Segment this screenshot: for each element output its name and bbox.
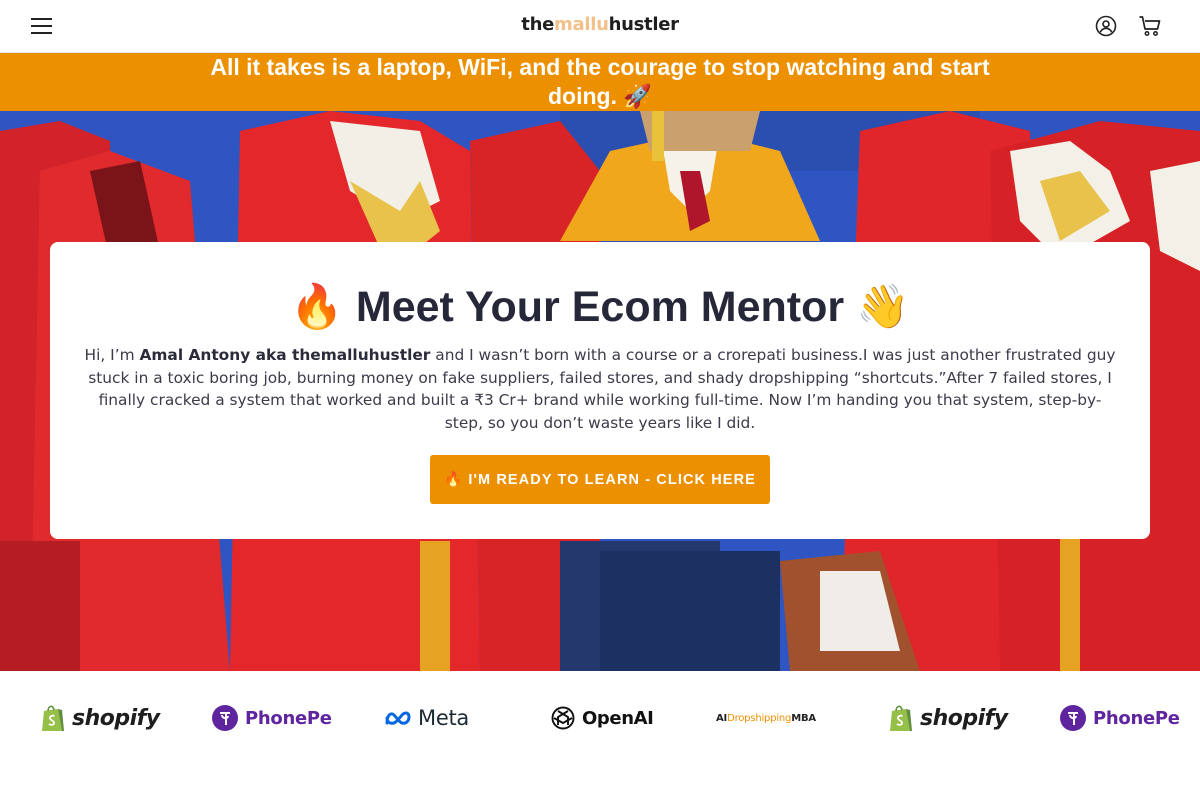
site-logo[interactable]: themalluhustler <box>0 14 1200 35</box>
logo-part-mallu: mallu <box>554 14 609 35</box>
phonepe-icon <box>212 705 238 731</box>
logo-part-hustler: hustler <box>608 14 679 35</box>
brand-label-ai: AI <box>716 712 728 724</box>
mentor-title: 🔥 Meet Your Ecom Mentor 👋 <box>290 283 910 331</box>
brand-openai: OpenAI <box>550 701 654 735</box>
announcement-bar: All it takes is a laptop, WiFi, and the … <box>0 53 1200 111</box>
brand-ai-dropshipping-mba: AIDropshippingMBA <box>716 701 816 735</box>
brand-label: shopify <box>72 705 160 731</box>
brand-label: AIDropshippingMBA <box>716 713 816 724</box>
brand-logo-strip: shopify PhonePe Meta OpenAI AIDropshippi… <box>0 671 1200 800</box>
meta-infinity-icon <box>385 711 411 725</box>
announcement-text: All it takes is a laptop, WiFi, and the … <box>210 54 990 109</box>
mentor-card: 🔥 Meet Your Ecom Mentor 👋 Hi, I’m Amal A… <box>50 242 1150 539</box>
brand-meta: Meta <box>384 701 469 735</box>
brand-shopify: shopify <box>888 701 1008 735</box>
mentor-intro: Hi, I’m Amal Antony aka themalluhustler … <box>80 344 1120 434</box>
site-header: themalluhustler <box>0 0 1200 53</box>
phonepe-icon <box>1060 705 1086 731</box>
ready-to-learn-button[interactable]: 🔥 I'M READY TO LEARN - CLICK HERE <box>430 455 770 504</box>
intro-greeting: Hi, I’m <box>84 346 140 364</box>
brand-label: PhonePe <box>245 707 332 729</box>
account-icon[interactable] <box>1093 13 1119 39</box>
brand-label: shopify <box>920 705 1008 731</box>
mentor-name: Amal Antony aka themalluhustler <box>139 346 431 364</box>
brand-label-mba: MBA <box>791 712 816 724</box>
cart-icon[interactable] <box>1137 13 1163 39</box>
brand-phonepe: PhonePe <box>211 701 332 735</box>
brand-label: PhonePe <box>1093 707 1180 729</box>
brand-shopify: shopify <box>40 701 160 735</box>
shopify-bag-icon <box>42 705 64 731</box>
logo-part-the: the <box>521 14 555 35</box>
brand-label: OpenAI <box>582 707 654 729</box>
brand-label: Meta <box>418 706 469 730</box>
shopify-bag-icon <box>890 705 912 731</box>
openai-knot-icon <box>551 706 575 730</box>
brand-phonepe: PhonePe <box>1059 701 1180 735</box>
brand-label-dropshipping: Dropshipping <box>727 712 792 724</box>
